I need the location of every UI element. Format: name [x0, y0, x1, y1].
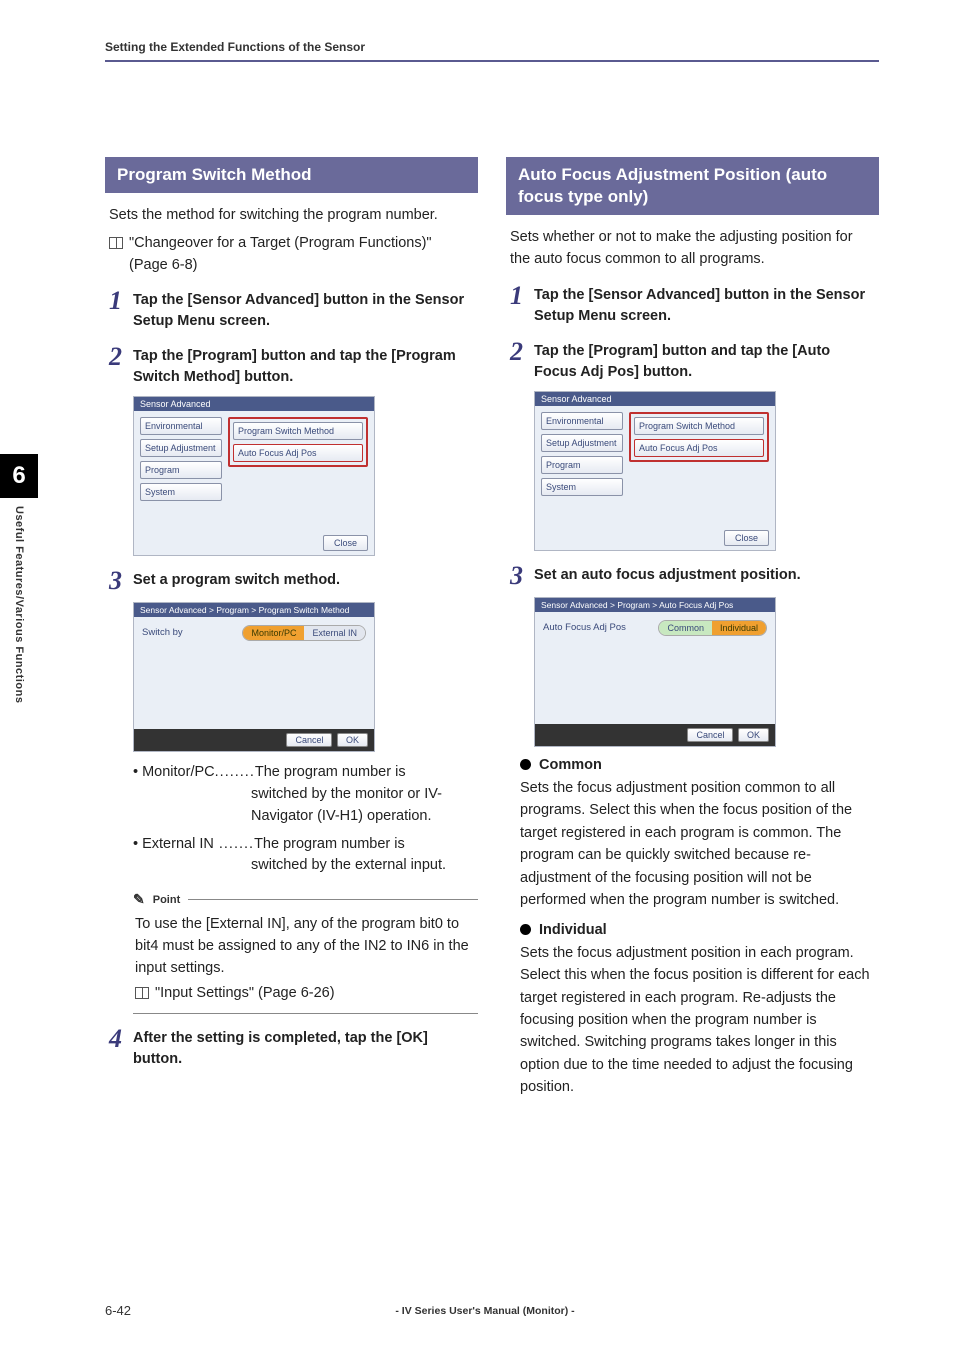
point-text: To use the [External IN], any of the pro…: [135, 914, 476, 979]
toggle-option[interactable]: External IN: [304, 626, 365, 640]
step-3: 3 Set an auto focus adjustment position.: [510, 565, 875, 589]
point-callout: ✎ Point To use the [External IN], any of…: [133, 891, 478, 1014]
ss-title: Sensor Advanced: [535, 392, 775, 406]
point-label: Point: [153, 894, 181, 906]
right-column: Auto Focus Adjustment Position (auto foc…: [506, 157, 879, 1103]
step-number: 3: [109, 568, 133, 594]
sub-body: Sets the focus adjustment position commo…: [520, 777, 875, 912]
step-number: 4: [109, 1026, 133, 1052]
step-number: 1: [510, 283, 534, 309]
step-text: Set an auto focus adjustment position.: [534, 565, 801, 586]
cancel-button[interactable]: Cancel: [286, 733, 332, 747]
ss-button[interactable]: Program: [541, 456, 623, 474]
step-2: 2 Tap the [Program] button and tap the […: [109, 346, 474, 388]
reference-link: "Changeover for a Target (Program Functi…: [109, 233, 474, 277]
book-icon: [135, 987, 149, 999]
ss-title: Sensor Advanced > Program > Auto Focus A…: [535, 598, 775, 612]
bullet-icon: [520, 759, 531, 770]
ss-label: Switch by: [142, 625, 183, 638]
bullet-icon: [520, 924, 531, 935]
sub-heading: Individual: [539, 922, 607, 938]
page-footer: 6-42 - IV Series User's Manual (Monitor)…: [105, 1303, 879, 1318]
ss-button[interactable]: Setup Adjustment: [140, 439, 222, 457]
definition-item: • Monitor/PC........The program number i…: [133, 762, 478, 827]
step-text: Set a program switch method.: [133, 570, 340, 591]
cancel-button[interactable]: Cancel: [687, 728, 733, 742]
ss-button[interactable]: Setup Adjustment: [541, 434, 623, 452]
sub-section-common: Common Sets the focus adjustment positio…: [520, 757, 875, 912]
footer-title: - IV Series User's Manual (Monitor) -: [131, 1305, 839, 1317]
ss-button[interactable]: Environmental: [541, 412, 623, 430]
reference-text: "Input Settings" (Page 6-26): [155, 983, 335, 1005]
step-text: After the setting is completed, tap the …: [133, 1028, 474, 1070]
step-1: 1 Tap the [Sensor Advanced] button in th…: [109, 290, 474, 332]
sub-body: Sets the focus adjustment position in ea…: [520, 942, 875, 1099]
ok-button[interactable]: OK: [738, 728, 769, 742]
ok-button[interactable]: OK: [337, 733, 368, 747]
definition-item: • External IN .......The program number …: [133, 834, 478, 878]
toggle-option[interactable]: Common: [659, 621, 712, 635]
header-rule: [105, 60, 879, 62]
ss-button[interactable]: Program Switch Method: [233, 422, 363, 440]
screenshot-switch-method: Sensor Advanced > Program > Program Swit…: [133, 602, 375, 752]
ss-button[interactable]: Auto Focus Adj Pos: [233, 444, 363, 462]
reference-text: "Changeover for a Target (Program Functi…: [129, 233, 474, 277]
toggle-option[interactable]: Monitor/PC: [243, 626, 304, 640]
pin-icon: ✎: [133, 891, 145, 908]
ss-button[interactable]: System: [140, 483, 222, 501]
step-number: 2: [510, 339, 534, 365]
step-4: 4 After the setting is completed, tap th…: [109, 1028, 474, 1070]
page-number: 6-42: [105, 1303, 131, 1318]
step-number: 3: [510, 563, 534, 589]
ss-title: Sensor Advanced: [134, 397, 374, 411]
step-text: Tap the [Program] button and tap the [Au…: [534, 341, 875, 383]
step-1: 1 Tap the [Sensor Advanced] button in th…: [510, 285, 875, 327]
screenshot-sensor-advanced: Sensor Advanced Environmental Setup Adju…: [534, 391, 776, 551]
section-heading: Program Switch Method: [105, 157, 478, 193]
close-button[interactable]: Close: [724, 530, 769, 546]
toggle[interactable]: Monitor/PC External IN: [242, 625, 366, 641]
breadcrumb: Setting the Extended Functions of the Se…: [105, 40, 879, 54]
step-number: 2: [109, 344, 133, 370]
toggle-option[interactable]: Individual: [712, 621, 766, 635]
section-heading: Auto Focus Adjustment Position (auto foc…: [506, 157, 879, 215]
ss-button[interactable]: Auto Focus Adj Pos: [634, 439, 764, 457]
step-text: Tap the [Sensor Advanced] button in the …: [534, 285, 875, 327]
sub-heading: Common: [539, 757, 602, 773]
step-text: Tap the [Sensor Advanced] button in the …: [133, 290, 474, 332]
intro-text: Sets the method for switching the progra…: [109, 205, 474, 227]
step-number: 1: [109, 288, 133, 314]
ss-button[interactable]: System: [541, 478, 623, 496]
step-3: 3 Set a program switch method.: [109, 570, 474, 594]
book-icon: [109, 237, 123, 249]
screenshot-sensor-advanced: Sensor Advanced Environmental Setup Adju…: [133, 396, 375, 556]
toggle[interactable]: Common Individual: [658, 620, 767, 636]
left-column: Program Switch Method Sets the method fo…: [105, 157, 478, 1103]
ss-button[interactable]: Program: [140, 461, 222, 479]
close-button[interactable]: Close: [323, 535, 368, 551]
screenshot-auto-focus: Sensor Advanced > Program > Auto Focus A…: [534, 597, 776, 747]
ss-label: Auto Focus Adj Pos: [543, 620, 626, 633]
step-2: 2 Tap the [Program] button and tap the […: [510, 341, 875, 383]
ss-title: Sensor Advanced > Program > Program Swit…: [134, 603, 374, 617]
ss-button[interactable]: Program Switch Method: [634, 417, 764, 435]
intro-text: Sets whether or not to make the adjustin…: [510, 227, 875, 271]
step-text: Tap the [Program] button and tap the [Pr…: [133, 346, 474, 388]
ss-button[interactable]: Environmental: [140, 417, 222, 435]
sub-section-individual: Individual Sets the focus adjustment pos…: [520, 922, 875, 1099]
